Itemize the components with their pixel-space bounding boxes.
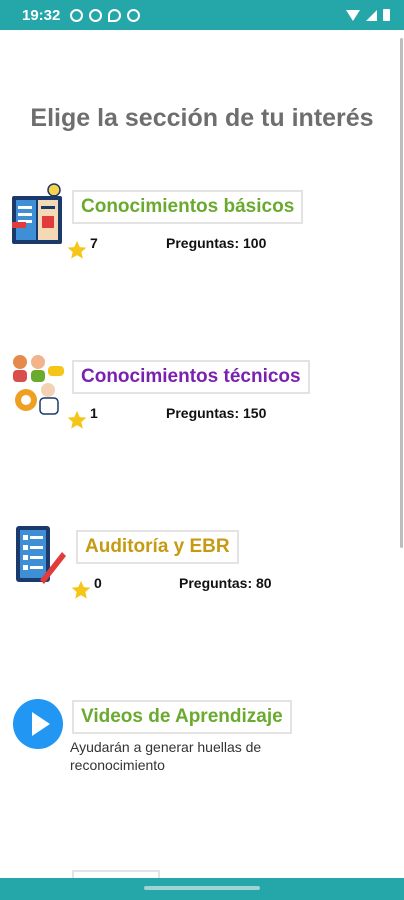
whatsapp-icon — [70, 8, 84, 22]
notification-icon — [127, 8, 141, 22]
whatsapp-icon — [89, 8, 103, 22]
score-count: 7 — [90, 235, 98, 251]
section-title[interactable]: Conocimientos básicos — [72, 190, 304, 224]
battery-icon — [383, 9, 390, 21]
section-title[interactable]: Videos de Aprendizaje — [72, 700, 292, 734]
star-icon — [71, 580, 91, 599]
section-conocimientos-basicos[interactable]: Conocimientos básicos 7 Preguntas: 100 — [0, 182, 404, 272]
section-title[interactable]: Auditoría y EBR — [76, 530, 239, 564]
play-icon — [13, 699, 63, 749]
star-icon — [67, 240, 87, 259]
section-videos-aprendizaje[interactable]: Videos de Aprendizaje Ayudarán a generar… — [0, 692, 404, 782]
wifi-icon — [346, 9, 360, 21]
gesture-handle[interactable] — [144, 886, 260, 890]
section-conocimientos-tecnicos[interactable]: Conocimientos técnicos 1 Preguntas: 150 — [0, 352, 404, 442]
questions-count: Preguntas: 80 — [179, 575, 272, 591]
location-icon — [108, 8, 122, 22]
status-system-icons — [346, 9, 390, 21]
status-notification-icons — [70, 8, 141, 22]
status-time: 19:32 — [22, 6, 61, 24]
team-gear-icon — [13, 355, 64, 415]
score-count: 1 — [90, 405, 98, 421]
section-description: Ayudarán a generar huellas de reconocimi… — [70, 739, 262, 773]
section-title[interactable]: Conocimientos técnicos — [72, 360, 310, 394]
scrollbar[interactable] — [400, 38, 403, 548]
signal-icon — [366, 9, 377, 21]
score-count: 0 — [94, 575, 102, 591]
checklist-icon — [16, 526, 66, 584]
book-lightbulb-icon — [12, 183, 62, 244]
questions-count: Preguntas: 150 — [166, 405, 267, 421]
questions-count: Preguntas: 100 — [166, 235, 267, 251]
status-bar: 19:32 — [0, 0, 404, 30]
page-title: Elige la sección de tu interés — [30, 104, 374, 132]
section-auditoria-ebr[interactable]: Auditoría y EBR 0 Preguntas: 80 — [0, 522, 404, 612]
star-icon — [67, 410, 87, 429]
navigation-bar — [0, 878, 404, 900]
